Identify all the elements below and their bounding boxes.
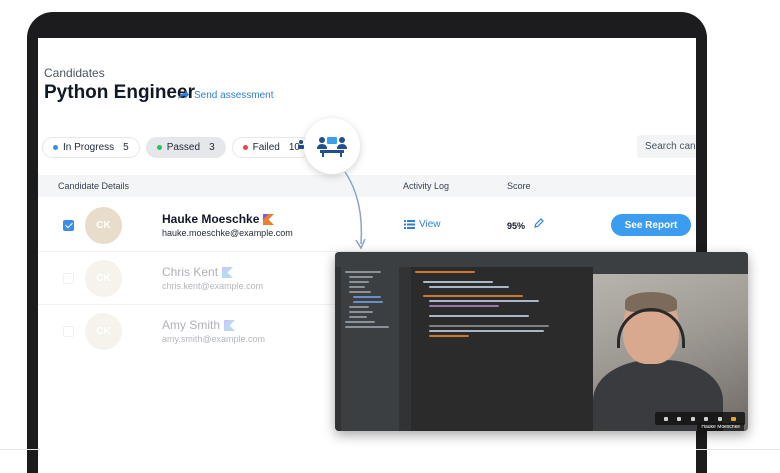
chat-icon[interactable] bbox=[704, 416, 709, 421]
screen-share-icon[interactable] bbox=[690, 416, 695, 421]
send-assessment-label: Send assessment bbox=[194, 89, 274, 101]
filter-in-progress[interactable]: In Progress 5 bbox=[42, 137, 140, 158]
page-pretitle: Candidates bbox=[44, 66, 105, 80]
ide-toolbar bbox=[335, 259, 593, 267]
column-score: Score bbox=[507, 181, 531, 191]
page-title: Python Engineer bbox=[44, 82, 195, 103]
window-titlebar bbox=[335, 252, 748, 259]
row-checkbox[interactable] bbox=[63, 326, 74, 337]
filter-label: Passed bbox=[166, 142, 201, 153]
status-filters: In Progress 5 Passed 3 Failed 10 bbox=[42, 137, 311, 158]
avatar: CK bbox=[85, 313, 122, 350]
search-input[interactable]: Search cand bbox=[637, 135, 696, 158]
candidate-name[interactable]: Chris Kent bbox=[162, 265, 234, 279]
kotlin-icon bbox=[263, 213, 275, 225]
video-call-window[interactable]: Hauke Moeschke bbox=[335, 252, 748, 431]
kotlin-icon bbox=[224, 319, 236, 331]
see-report-button[interactable]: See Report bbox=[611, 214, 691, 236]
filter-label: In Progress bbox=[63, 142, 115, 153]
pointer-arrow bbox=[344, 171, 366, 250]
candidate-email: chris.kent@example.com bbox=[162, 281, 264, 291]
candidate-name[interactable]: Hauke Moeschke bbox=[162, 212, 275, 226]
candidate-score: 95% bbox=[507, 221, 526, 231]
list-icon bbox=[404, 220, 415, 229]
video-interview-icon[interactable] bbox=[304, 118, 360, 174]
filter-label: Failed bbox=[252, 142, 280, 153]
ide-project-tree bbox=[341, 267, 399, 431]
call-toolbar bbox=[593, 259, 748, 274]
candidate-email: amy.smith@example.com bbox=[162, 334, 265, 344]
status-dot-icon bbox=[53, 145, 58, 150]
call-controls[interactable] bbox=[655, 412, 745, 425]
filter-count: 5 bbox=[123, 142, 129, 153]
filter-count: 3 bbox=[209, 142, 215, 153]
ide-code-editor bbox=[411, 267, 593, 431]
candidate-name[interactable]: Amy Smith bbox=[162, 318, 236, 332]
status-dot-icon bbox=[242, 145, 248, 150]
kotlin-icon bbox=[222, 266, 234, 278]
send-assessment-link[interactable]: Send assessment bbox=[177, 89, 274, 101]
meeting-people-icon bbox=[317, 137, 347, 157]
row-checkbox[interactable] bbox=[63, 273, 74, 284]
ide-line-gutter bbox=[399, 267, 411, 431]
column-activity-log: Activity Log bbox=[403, 181, 450, 191]
share-arrow-icon bbox=[177, 90, 190, 100]
row-checkbox[interactable] bbox=[63, 220, 74, 231]
avatar: CK bbox=[85, 260, 122, 297]
column-candidate-details: Candidate Details bbox=[58, 181, 130, 191]
settings-icon[interactable] bbox=[717, 416, 722, 421]
camera-icon[interactable] bbox=[677, 416, 682, 421]
candidate-email: hauke.moeschke@example.com bbox=[162, 228, 293, 238]
webcam-feed: Hauke Moeschke bbox=[593, 274, 748, 431]
status-dot-icon bbox=[156, 145, 162, 150]
hang-up-icon[interactable] bbox=[731, 416, 737, 421]
mic-icon[interactable] bbox=[663, 416, 668, 421]
view-activity-link[interactable]: View bbox=[404, 219, 441, 230]
edit-pencil-icon[interactable] bbox=[534, 218, 544, 228]
filter-passed[interactable]: Passed 3 bbox=[145, 137, 226, 158]
avatar: CK bbox=[85, 207, 122, 244]
